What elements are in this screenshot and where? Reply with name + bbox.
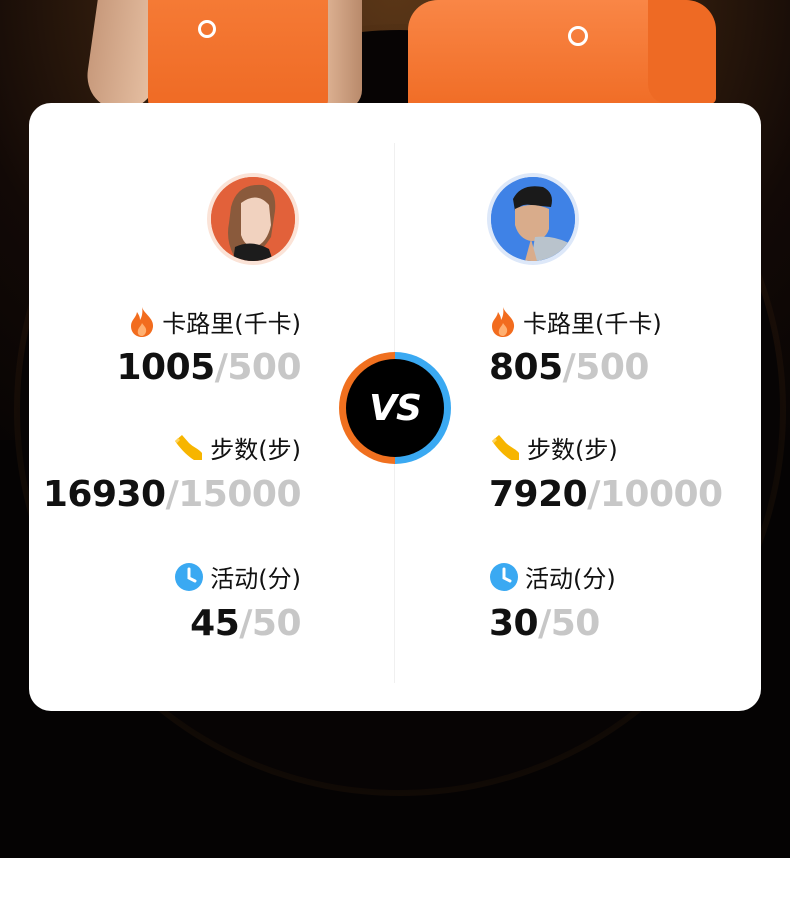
female-avatar[interactable] xyxy=(207,173,299,265)
left-activity-target: /50 xyxy=(239,603,301,644)
left-calories-current: 1005 xyxy=(116,347,216,388)
vs-badge: VS xyxy=(339,352,451,464)
left-steps-target: /15000 xyxy=(165,474,302,515)
vs-label: VS xyxy=(346,359,444,457)
right-calories-label: 卡路里(千卡) xyxy=(489,304,662,339)
shirt-logo-icon xyxy=(568,26,588,46)
left-calories-label: 卡路里(千卡) xyxy=(128,304,301,339)
right-steps-target: /10000 xyxy=(587,474,723,515)
left-steps-label: 步数(步) xyxy=(172,430,301,465)
female-portrait-icon xyxy=(211,177,295,261)
left-calories-value: 1005/500 xyxy=(117,347,302,388)
right-steps-label: 步数(步) xyxy=(489,430,618,465)
male-shirt-sleeve xyxy=(648,0,716,104)
left-steps-current: 16930 xyxy=(42,474,166,515)
left-activity-label: 活动(分) xyxy=(174,559,301,594)
shirt-logo-icon xyxy=(198,20,216,38)
clock-icon xyxy=(489,562,519,592)
comparison-card: 卡路里(千卡) 1005/500 步数(步) 16930/15000 活动(分)… xyxy=(29,103,761,711)
right-calories-target: /500 xyxy=(562,347,650,388)
right-activity-target: /50 xyxy=(538,603,600,644)
flame-icon xyxy=(489,306,517,338)
right-activity-current: 30 xyxy=(489,603,539,644)
right-activity-label-text: 活动(分) xyxy=(525,565,616,593)
right-calories-value: 805/500 xyxy=(489,347,649,388)
left-activity-label-text: 活动(分) xyxy=(210,565,301,593)
right-steps-current: 7920 xyxy=(489,474,588,515)
right-calories-current: 805 xyxy=(489,347,563,388)
shoe-icon xyxy=(172,433,204,463)
clock-icon xyxy=(174,562,204,592)
flame-icon xyxy=(128,306,156,338)
right-calories-label-text: 卡路里(千卡) xyxy=(523,310,662,338)
left-steps-label-text: 步数(步) xyxy=(210,436,301,464)
left-activity-current: 45 xyxy=(190,603,240,644)
left-activity-value: 45/50 xyxy=(190,603,301,644)
female-orange-shirt xyxy=(148,0,328,110)
left-steps-value: 16930/15000 xyxy=(42,474,302,515)
right-steps-label-text: 步数(步) xyxy=(527,436,618,464)
left-calories-label-text: 卡路里(千卡) xyxy=(162,310,301,338)
male-avatar[interactable] xyxy=(487,173,579,265)
left-calories-target: /500 xyxy=(214,347,302,388)
right-steps-value: 7920/10000 xyxy=(489,474,723,515)
shoe-icon xyxy=(489,433,521,463)
right-activity-value: 30/50 xyxy=(489,603,600,644)
male-portrait-icon xyxy=(491,177,575,261)
right-activity-label: 活动(分) xyxy=(489,559,616,594)
